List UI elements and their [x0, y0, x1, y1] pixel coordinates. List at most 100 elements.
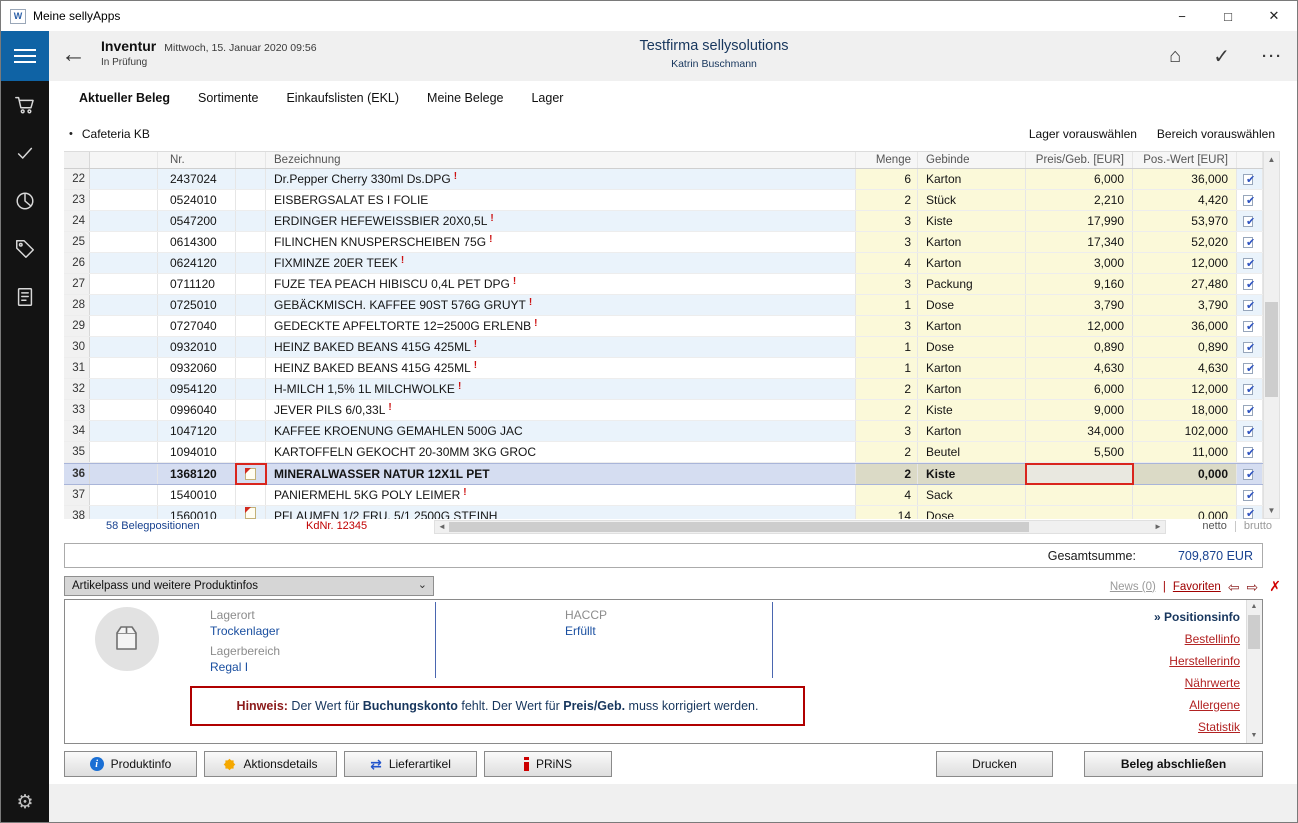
scroll-up-icon[interactable]: ▲	[1247, 600, 1261, 614]
row-check-cell[interactable]	[1237, 211, 1263, 231]
nav-left-arrow-icon[interactable]: ⇦	[1228, 580, 1240, 594]
row-check-icon[interactable]	[1243, 361, 1256, 375]
row-check-cell[interactable]	[1237, 253, 1263, 273]
row-check-cell[interactable]	[1237, 358, 1263, 378]
row-check-cell[interactable]	[1237, 379, 1263, 399]
row-check-cell[interactable]	[1237, 400, 1263, 420]
drucken-button[interactable]: Drucken	[936, 751, 1053, 777]
lagerbereich-value[interactable]: Regal I	[210, 660, 280, 674]
tab-einkaufslisten[interactable]: Einkaufslisten (EKL)	[286, 91, 399, 105]
row-check-cell[interactable]	[1237, 421, 1263, 441]
row-preis[interactable]	[1026, 506, 1133, 519]
row-check-cell[interactable]	[1237, 232, 1263, 252]
row-check-icon[interactable]	[1243, 235, 1256, 249]
maximize-button[interactable]: □	[1205, 1, 1251, 31]
row-check-cell[interactable]	[1237, 442, 1263, 462]
lieferartikel-button[interactable]: ⇄ Lieferartikel	[344, 751, 477, 777]
favoriten-link[interactable]: Favoriten	[1173, 581, 1221, 593]
table-row[interactable]: 250614300FILINCHEN KNUSPERSCHEIBEN 75G!3…	[64, 232, 1263, 253]
scroll-down-icon[interactable]: ▼	[1264, 503, 1279, 518]
close-panel-icon[interactable]: ✗	[1269, 578, 1281, 595]
nav-right-arrow-icon[interactable]: ⇨	[1247, 580, 1259, 594]
table-row[interactable]: 300932010HEINZ BAKED BEANS 415G 425ML!1D…	[64, 337, 1263, 358]
tab-meine-belege[interactable]: Meine Belege	[427, 91, 503, 105]
close-button[interactable]: ✕	[1251, 1, 1297, 31]
price-tag-icon[interactable]	[1, 225, 49, 273]
row-check-cell[interactable]	[1237, 274, 1263, 294]
checkmark-icon[interactable]	[1, 129, 49, 177]
row-preis[interactable]: 17,990	[1026, 211, 1133, 231]
table-row[interactable]: 361368120MINERALWASSER NATUR 12X1L PET2K…	[64, 463, 1263, 485]
table-row[interactable]: 230524010EISBERGSALAT ES I FOLIE2Stück2,…	[64, 190, 1263, 211]
bereich-vorauswaehlen-link[interactable]: Bereich vorauswählen	[1157, 127, 1275, 141]
row-check-icon[interactable]	[1243, 467, 1256, 481]
row-check-icon[interactable]	[1243, 193, 1256, 207]
table-vertical-scrollbar[interactable]: ▲ ▼	[1263, 151, 1280, 519]
lager-vorauswaehlen-link[interactable]: Lager vorauswählen	[1029, 127, 1137, 141]
confirm-check-icon[interactable]: ✓	[1213, 44, 1230, 69]
scroll-down-icon[interactable]: ▼	[1247, 729, 1261, 743]
table-row[interactable]: 341047120KAFFEE KROENUNG GEMAHLEN 500G J…	[64, 421, 1263, 442]
row-preis[interactable]: 12,000	[1026, 316, 1133, 336]
settings-gear-icon[interactable]: ⚙	[1, 791, 49, 814]
statistik-link[interactable]: Statistik	[1154, 716, 1240, 738]
row-check-icon[interactable]	[1243, 424, 1256, 438]
scrollbar-thumb[interactable]	[1248, 615, 1260, 649]
table-row[interactable]: 371540010PANIERMEHL 5KG POLY LEIMER!4Sac…	[64, 485, 1263, 506]
row-check-icon[interactable]	[1243, 488, 1256, 502]
row-check-icon[interactable]	[1243, 506, 1256, 519]
header-preis[interactable]: Preis/Geb. [EUR]	[1026, 152, 1133, 168]
catalog-book-icon[interactable]	[1, 273, 49, 321]
table-horizontal-scrollbar[interactable]: ◄ ►	[434, 520, 1166, 534]
row-preis[interactable]: 0,890	[1026, 337, 1133, 357]
row-preis[interactable]: 2,210	[1026, 190, 1133, 210]
header-wert[interactable]: Pos.-Wert [EUR]	[1133, 152, 1237, 168]
table-row[interactable]: 351094010KARTOFFELN GEKOCHT 20-30MM 3KG …	[64, 442, 1263, 463]
product-info-dropdown[interactable]: Artikelpass und weitere Produktinfos ⌄	[64, 576, 434, 596]
header-gebinde[interactable]: Gebinde	[918, 152, 1026, 168]
header-menge[interactable]: Menge	[856, 152, 918, 168]
row-preis[interactable]: 9,160	[1026, 274, 1133, 294]
row-preis[interactable]: 4,630	[1026, 358, 1133, 378]
aktionsdetails-button[interactable]: Aktionsdetails	[204, 751, 337, 777]
row-check-icon[interactable]	[1243, 172, 1256, 186]
header-nr[interactable]: Nr.	[158, 152, 236, 168]
row-check-cell[interactable]	[1237, 295, 1263, 315]
scroll-up-icon[interactable]: ▲	[1264, 152, 1279, 167]
row-preis[interactable]: 9,000	[1026, 400, 1133, 420]
row-check-icon[interactable]	[1243, 340, 1256, 354]
cart-icon[interactable]	[1, 81, 49, 129]
row-preis[interactable]: 3,000	[1026, 253, 1133, 273]
row-check-icon[interactable]	[1243, 298, 1256, 312]
table-row[interactable]: 240547200ERDINGER HEFEWEISSBIER 20X0,5L!…	[64, 211, 1263, 232]
table-row[interactable]: 320954120H-MILCH 1,5% 1L MILCHWOLKE!2Kar…	[64, 379, 1263, 400]
row-preis[interactable]: 34,000	[1026, 421, 1133, 441]
header-bezeichnung[interactable]: Bezeichnung	[266, 152, 856, 168]
row-preis[interactable]	[1026, 464, 1133, 484]
tab-aktueller-beleg[interactable]: Aktueller Beleg	[79, 91, 170, 105]
row-check-cell[interactable]	[1237, 169, 1263, 189]
beleg-abschliessen-button[interactable]: Beleg abschließen	[1084, 751, 1263, 777]
table-row[interactable]: 280725010GEBÄCKMISCH. KAFFEE 90ST 576G G…	[64, 295, 1263, 316]
row-preis[interactable]	[1026, 485, 1133, 505]
allergene-link[interactable]: Allergene	[1154, 694, 1240, 716]
row-check-cell[interactable]	[1237, 506, 1263, 519]
news-link[interactable]: News (0)	[1110, 581, 1156, 593]
row-preis[interactable]: 6,000	[1026, 169, 1133, 189]
positionsinfo-link[interactable]: » Positionsinfo	[1154, 606, 1240, 628]
row-preis[interactable]: 3,790	[1026, 295, 1133, 315]
row-check-cell[interactable]	[1237, 190, 1263, 210]
row-check-icon[interactable]	[1243, 256, 1256, 270]
prins-button[interactable]: PRiNS	[484, 751, 612, 777]
netto-toggle[interactable]: netto	[1202, 520, 1226, 532]
produktinfo-button[interactable]: i Produktinfo	[64, 751, 197, 777]
naehrwerte-link[interactable]: Nährwerte	[1154, 672, 1240, 694]
row-preis[interactable]: 17,340	[1026, 232, 1133, 252]
lagerort-value[interactable]: Trockenlager	[210, 624, 280, 638]
row-preis[interactable]: 6,000	[1026, 379, 1133, 399]
minimize-button[interactable]: −	[1159, 1, 1205, 31]
row-preis[interactable]: 5,500	[1026, 442, 1133, 462]
tab-lager[interactable]: Lager	[531, 91, 563, 105]
herstellerinfo-link[interactable]: Herstellerinfo	[1154, 650, 1240, 672]
scrollbar-thumb[interactable]	[1265, 302, 1278, 397]
